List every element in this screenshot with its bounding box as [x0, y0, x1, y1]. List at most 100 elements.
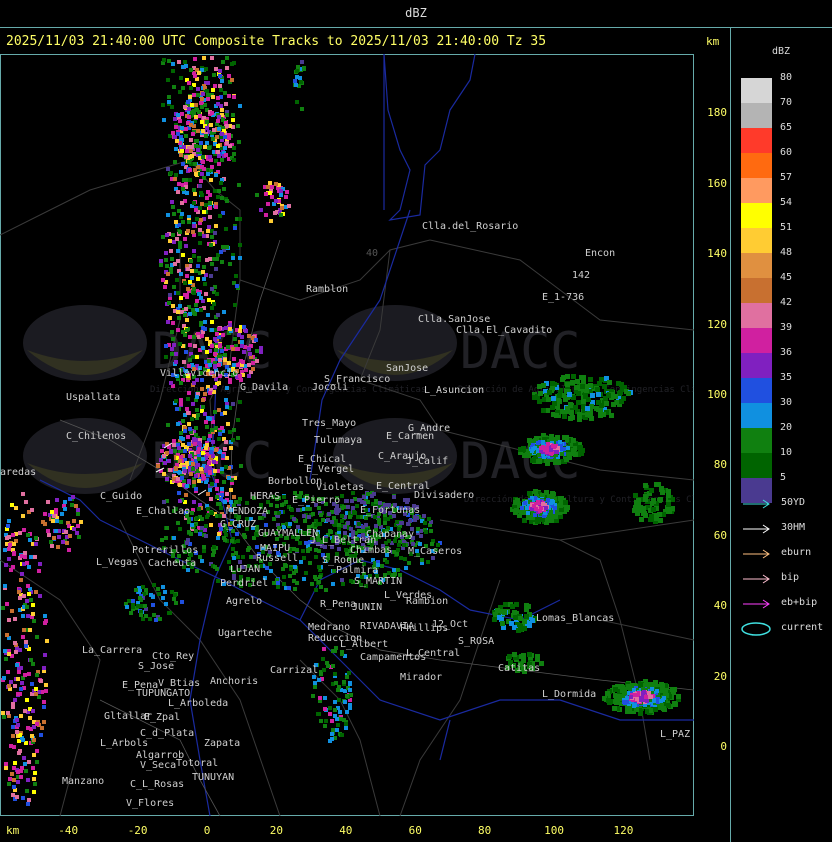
track-arrow-icon	[743, 599, 770, 609]
legend-swatch-label: 70	[780, 97, 793, 108]
place-label: L_Vegas	[96, 557, 138, 568]
place-label: Potrerillos	[132, 545, 198, 556]
place-label: E_Zpal	[144, 712, 180, 723]
legend-swatch	[741, 428, 772, 453]
legend-track-label: eburn	[781, 547, 812, 558]
legend-swatch-label: 35	[780, 372, 793, 383]
place-label: Medrano	[308, 622, 350, 633]
place-label: Clla.del_Rosario	[422, 221, 518, 232]
legend-swatch	[741, 253, 772, 278]
place-label: Clla.El_Cavadito	[456, 325, 552, 336]
legend-track-label: bip	[781, 572, 800, 583]
y-tick-label: 120	[707, 317, 727, 331]
place-label: E_Pierro	[292, 495, 340, 506]
x-tick-label: 20	[269, 824, 284, 837]
place-label: R_Pena	[320, 599, 356, 610]
place-label: HERAS	[250, 491, 280, 502]
legend-title: dBZ	[772, 46, 791, 57]
place-label: Divisadero	[414, 490, 474, 501]
place-label: Ugarteche	[218, 628, 272, 639]
legend-swatch-label: 30	[780, 397, 793, 408]
place-label: S_Jose	[138, 661, 174, 672]
legend-track-item: current	[741, 622, 831, 636]
legend-swatch	[741, 328, 772, 353]
legend-swatch	[741, 453, 772, 478]
legend-swatch	[741, 203, 772, 228]
legend-swatch	[741, 78, 772, 103]
current-ellipse-icon	[741, 622, 771, 636]
place-label: Lomas_Blancas	[536, 613, 614, 624]
legend-swatch	[741, 353, 772, 378]
legend-track-item: eb+bip	[741, 597, 831, 611]
legend-swatch	[741, 153, 772, 178]
place-label: Encon	[585, 248, 615, 259]
y-tick-label: 80	[713, 458, 727, 472]
legend-swatch-label: 5	[780, 472, 787, 483]
place-label: E_Vergel	[306, 464, 354, 475]
place-label: S_MARTIN	[354, 576, 402, 587]
place-label: Zapata	[204, 738, 240, 749]
legend-swatch-label: 60	[780, 147, 793, 158]
y-tick-label: 60	[713, 528, 727, 542]
place-label: Rambion	[406, 596, 448, 607]
place-label: Violetas	[316, 482, 364, 493]
track-arrow-icon	[743, 574, 770, 584]
place-label: L_Arboleda	[168, 698, 228, 709]
place-label: Agrelo	[226, 596, 262, 607]
legend-swatch	[741, 103, 772, 128]
place-label: Uspallata	[66, 392, 120, 403]
y-tick-label: 140	[707, 247, 727, 261]
legend-swatch	[741, 278, 772, 303]
legend-swatch-label: 39	[780, 322, 793, 333]
place-label: Jocoli	[312, 382, 348, 393]
map-title: 2025/11/03 21:40:00 UTC Composite Tracks…	[6, 34, 547, 49]
place-label: Cacheuta	[148, 558, 196, 569]
y-tick-label: 20	[713, 669, 727, 683]
place-label: V_Seca	[140, 760, 176, 771]
place-label: SanJose	[386, 363, 428, 374]
place-label: L_Arbols	[100, 738, 148, 749]
x-tick-label: 40	[339, 824, 353, 837]
place-label: aredas	[0, 467, 36, 478]
place-label: L_Central	[406, 648, 460, 659]
place-label: G_CRUZ	[220, 519, 256, 530]
x-tick-label: -40	[58, 824, 79, 837]
place-label: MENDOZA	[226, 506, 268, 517]
legend-track-item: eburn	[741, 547, 831, 561]
place-label: G_Davila	[240, 382, 288, 393]
place-label: Phillips	[400, 623, 448, 634]
x-tick-label: -20	[127, 824, 148, 837]
radar-map[interactable]: DACC Dirección de Agricultura y Continge…	[0, 54, 694, 816]
place-label: C_Chilenos	[66, 431, 126, 442]
legend-track-item: 30HM	[741, 522, 831, 536]
x-tick-label: 0	[203, 824, 211, 837]
legend-track-label: 30HM	[781, 522, 806, 533]
top-bar: dBZ	[0, 0, 832, 28]
place-label: L_Albert	[340, 639, 388, 650]
track-arrow-icon	[743, 549, 770, 559]
place-label: E_Carmen	[386, 431, 434, 442]
legend-swatch-label: 20	[780, 422, 793, 433]
place-label: Catitas	[498, 663, 540, 674]
km-unit-label-top: km	[706, 35, 720, 48]
place-label: Carrizal	[270, 665, 318, 676]
y-tick-label: 0	[720, 740, 727, 753]
place-label: Ramblon	[306, 284, 348, 295]
place-label: Borbollon	[268, 476, 322, 487]
legend-swatch	[741, 228, 772, 253]
legend-swatch	[741, 378, 772, 403]
legend-swatch	[741, 178, 772, 203]
place-label: LUJAN	[230, 564, 260, 575]
legend-swatch	[741, 303, 772, 328]
legend-swatch-label: 10	[780, 447, 793, 458]
y-tick-label: 100	[707, 388, 727, 401]
top-dbz-label: dBZ	[405, 6, 427, 20]
place-label: Anchoris	[210, 676, 258, 687]
legend-track-label: 50YD	[781, 497, 806, 508]
y-tick-label: 40	[713, 599, 727, 613]
legend-swatch-label: 42	[780, 297, 793, 308]
place-label: E_1-736	[542, 292, 584, 303]
legend-swatch	[741, 403, 772, 428]
place-label: Tres_Mayo	[302, 418, 356, 429]
place-label: Perdriel	[220, 578, 268, 589]
